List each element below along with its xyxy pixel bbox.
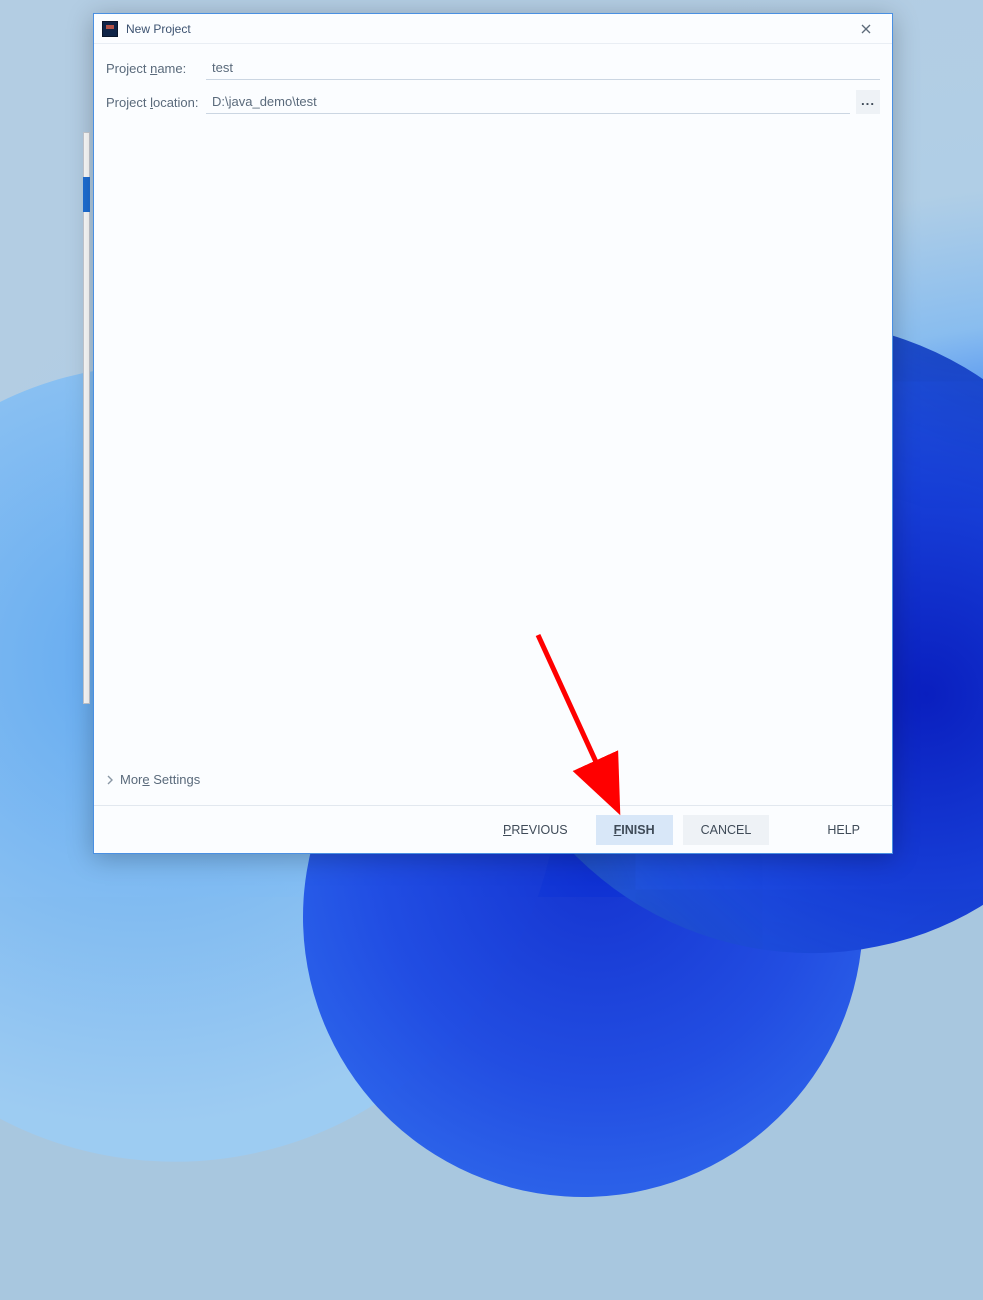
project-name-input[interactable] <box>206 56 880 80</box>
finish-button[interactable]: FINISH <box>596 815 673 845</box>
background-window-edge <box>83 132 90 704</box>
project-location-label: Project location: <box>106 95 206 110</box>
project-location-input[interactable] <box>206 90 850 114</box>
more-settings-label: More Settings <box>120 772 200 787</box>
titlebar[interactable]: New Project <box>94 14 892 44</box>
cancel-button[interactable]: CANCEL <box>683 815 770 845</box>
new-project-dialog: New Project Project name: Project locati… <box>93 13 893 854</box>
more-settings-toggle[interactable]: More Settings <box>106 766 880 797</box>
project-location-row: Project location: ... <box>106 90 880 114</box>
intellij-icon <box>102 21 118 37</box>
project-name-row: Project name: <box>106 56 880 80</box>
close-button[interactable] <box>846 16 886 42</box>
button-bar: PREVIOUS FINISH CANCEL HELP <box>94 805 892 853</box>
help-button[interactable]: HELP <box>809 815 878 845</box>
dialog-content: Project name: Project location: ... More… <box>94 44 892 805</box>
previous-button[interactable]: PREVIOUS <box>485 815 586 845</box>
window-title: New Project <box>126 22 191 36</box>
close-icon <box>861 24 871 34</box>
project-name-label: Project name: <box>106 61 206 76</box>
browse-location-button[interactable]: ... <box>856 90 880 114</box>
chevron-right-icon <box>106 775 114 785</box>
